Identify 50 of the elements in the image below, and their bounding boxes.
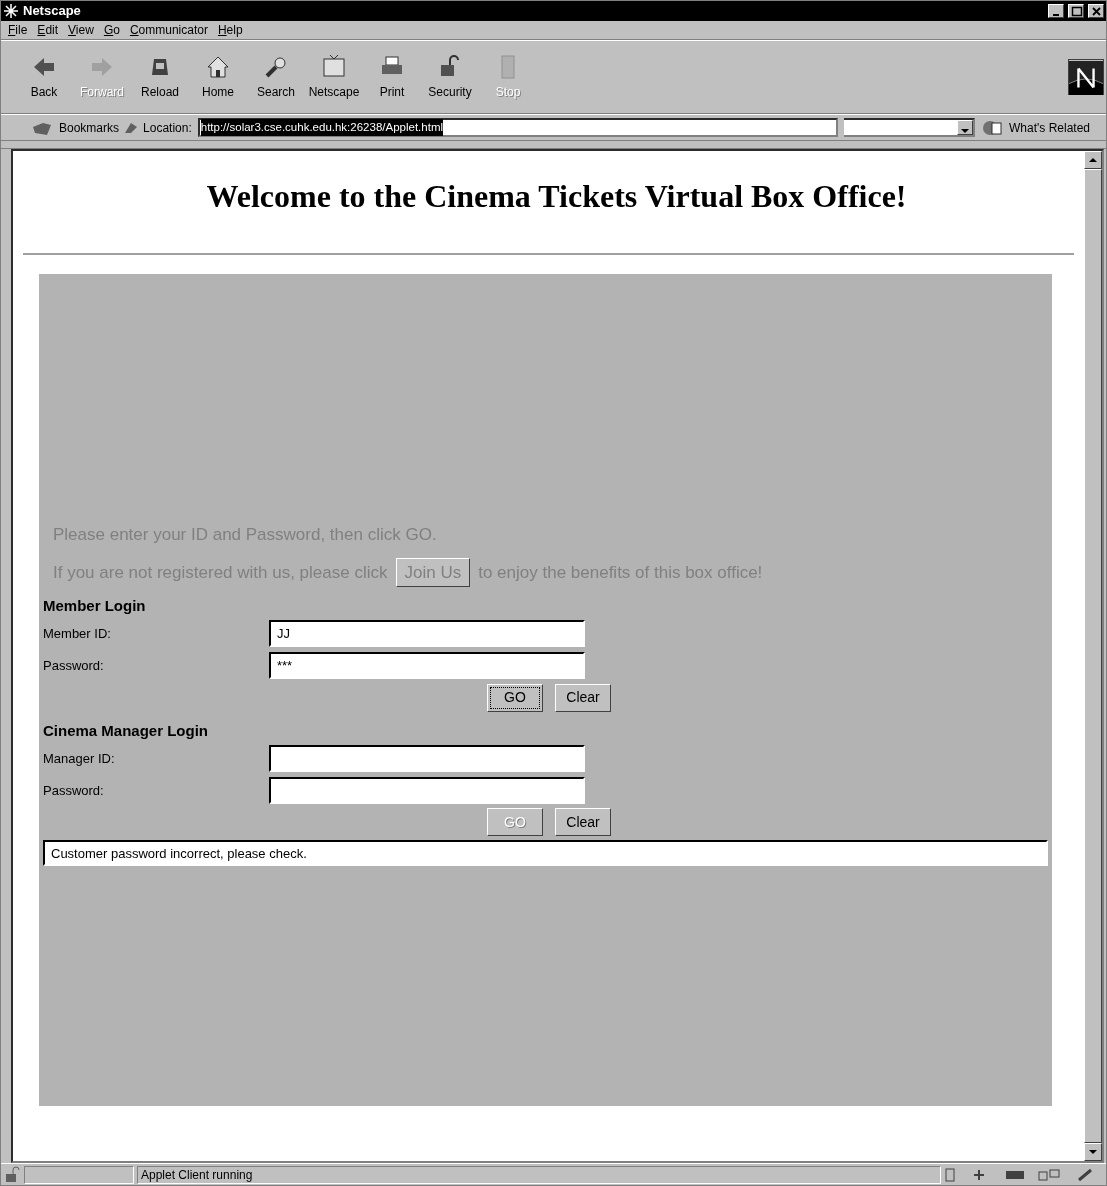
- scroll-down-button[interactable]: [1084, 1143, 1102, 1161]
- field-label: Manager ID:: [43, 749, 116, 768]
- bookmarks-button[interactable]: Bookmarks: [59, 118, 120, 137]
- minimize-icon: [1053, 13, 1059, 16]
- lock-icon: [3, 1165, 21, 1184]
- app-icon: [3, 3, 19, 19]
- maximize-icon: [1069, 5, 1083, 17]
- toolbar-button[interactable]: Reload: [131, 53, 189, 101]
- form-button[interactable]: Clear: [555, 808, 611, 837]
- toolbar-button[interactable]: Netscape: [305, 53, 363, 101]
- menu-item[interactable]: View: [63, 21, 99, 39]
- section-title: Cinema Manager Login: [43, 720, 210, 741]
- toolbar-button[interactable]: Print: [363, 53, 421, 101]
- section-title: Member Login: [43, 596, 147, 617]
- location-label: Location:: [143, 119, 192, 137]
- form-button[interactable]: Clear: [555, 683, 611, 712]
- toolbar-button[interactable]: Home: [189, 53, 247, 101]
- close-button[interactable]: [1088, 4, 1104, 18]
- field-label: Password:: [43, 657, 105, 676]
- input-field[interactable]: [269, 744, 585, 772]
- netscape-logo: [1068, 59, 1104, 95]
- window-title: Netscape: [23, 2, 82, 21]
- location-field[interactable]: http://solar3.cse.cuhk.edu.hk:26238/Applet.html: [197, 118, 838, 137]
- toolbar-button[interactable]: Search: [247, 53, 305, 101]
- menu-item[interactable]: Edit: [32, 21, 64, 39]
- menu-item[interactable]: File: [3, 21, 33, 39]
- toolbar-button[interactable]: Security: [421, 53, 479, 101]
- menu-item[interactable]: Communicator: [124, 21, 213, 39]
- menu-item[interactable]: Go: [98, 21, 125, 39]
- input-field[interactable]: JJ: [269, 620, 585, 648]
- input-field[interactable]: [269, 776, 585, 804]
- status-text: Applet Client running: [137, 1165, 941, 1184]
- pin-icon: [125, 122, 138, 133]
- caret-icon: [960, 126, 970, 135]
- up-arrow-icon: [1088, 156, 1098, 164]
- down-arrow-icon: [1088, 1148, 1098, 1156]
- toolbar-button[interactable]: Back: [15, 53, 73, 101]
- scroll-up-button[interactable]: [1084, 151, 1102, 169]
- input-field[interactable]: ***: [269, 652, 585, 680]
- form-button[interactable]: GO: [487, 683, 543, 712]
- dropdown-button[interactable]: [957, 120, 973, 135]
- maximize-button[interactable]: [1068, 4, 1084, 18]
- minimize-button[interactable]: [1048, 4, 1064, 18]
- close-icon: [1089, 5, 1103, 17]
- page-heading: Welcome to the Cinema Tickets Virtual Box Office!: [205, 177, 908, 216]
- whats-related-button[interactable]: What's Related: [1009, 118, 1090, 137]
- menu-item[interactable]: Help: [212, 21, 248, 39]
- message-field: Customer password incorrect, please check.: [43, 840, 1048, 867]
- field-label: Member ID:: [43, 625, 112, 644]
- field-label: Password:: [43, 781, 105, 800]
